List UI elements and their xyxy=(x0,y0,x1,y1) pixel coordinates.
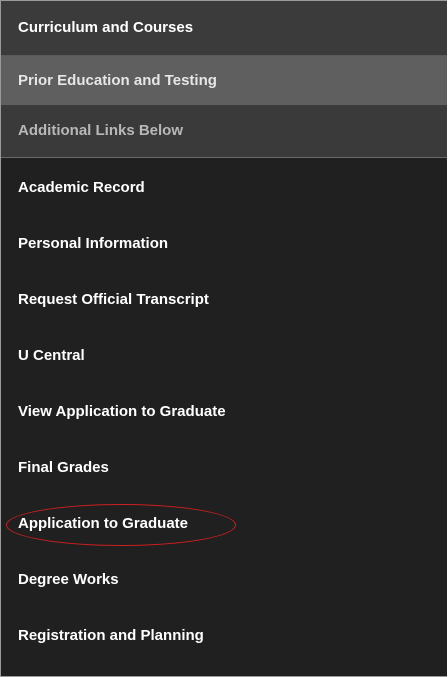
link-label: Request Official Transcript xyxy=(18,291,209,308)
navigation-menu: Curriculum and Courses Prior Education a… xyxy=(0,0,447,677)
link-registration-and-planning[interactable]: Registration and Planning xyxy=(1,608,447,664)
section-header-curriculum-and-courses[interactable]: Curriculum and Courses xyxy=(1,1,447,56)
link-request-official-transcript[interactable]: Request Official Transcript xyxy=(1,272,447,328)
link-label: U Central xyxy=(18,347,85,364)
link-label: Application to Graduate xyxy=(18,515,189,532)
link-label: View Application to Graduate xyxy=(18,403,226,420)
link-final-grades[interactable]: Final Grades xyxy=(1,440,447,496)
link-application-to-graduate[interactable]: Application to Graduate xyxy=(1,496,447,552)
link-academic-record[interactable]: Academic Record xyxy=(1,160,447,216)
section-header-prior-education-and-testing[interactable]: Prior Education and Testing xyxy=(1,56,447,105)
link-label: Degree Works xyxy=(18,571,119,588)
link-degree-works[interactable]: Degree Works xyxy=(1,552,447,608)
link-label: Academic Record xyxy=(18,179,145,196)
link-personal-information[interactable]: Personal Information xyxy=(1,216,447,272)
link-label: Personal Information xyxy=(18,235,169,252)
link-label: Registration and Planning xyxy=(18,627,204,644)
link-u-central[interactable]: U Central xyxy=(1,328,447,384)
link-label: Final Grades xyxy=(18,459,109,476)
additional-links-list: Academic Record Personal Information Req… xyxy=(1,158,447,664)
section-header-additional-links: Additional Links Below xyxy=(1,105,447,158)
link-view-application-to-graduate[interactable]: View Application to Graduate xyxy=(1,384,447,440)
